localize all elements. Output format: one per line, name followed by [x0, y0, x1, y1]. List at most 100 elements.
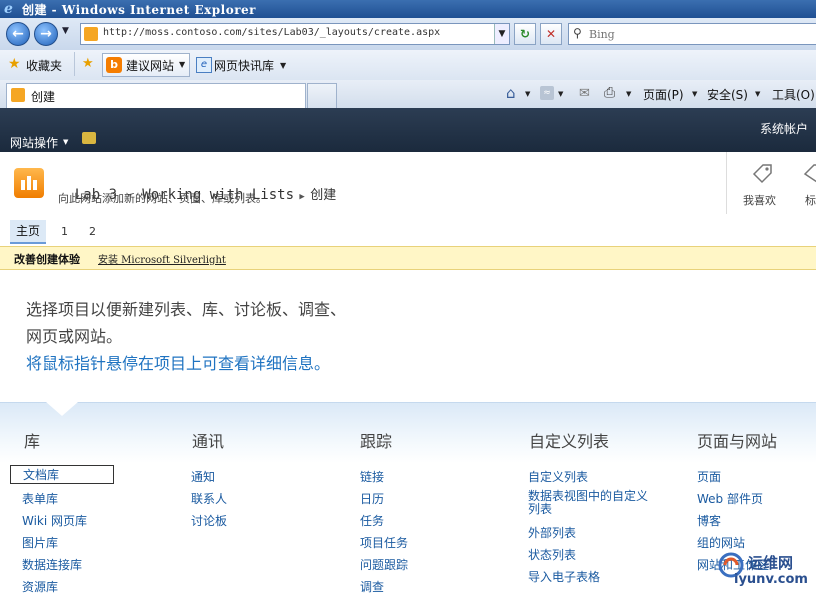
chevron-down-icon[interactable]: ▼ [558, 90, 563, 98]
create-item-issue-tracking[interactable]: 问题跟踪 [360, 556, 408, 573]
breadcrumb-arrow-icon: ▶ [294, 192, 311, 202]
create-item-status-list[interactable]: 状态列表 [528, 546, 576, 563]
tags-notes-icon[interactable] [801, 162, 816, 186]
top-navigation [0, 216, 816, 246]
watermark: 运维网 iyunv.com [696, 548, 816, 595]
create-item-survey[interactable]: 调查 [360, 578, 384, 595]
create-item-external-list[interactable]: 外部列表 [528, 524, 576, 541]
create-item-page[interactable]: 页面 [697, 468, 721, 485]
create-item-wiki-library[interactable]: Wiki 网页库 [22, 512, 87, 529]
tags-label[interactable]: 标 [805, 192, 816, 208]
window-title-bar: e 创建 - Windows Internet Explorer [0, 0, 816, 18]
create-item-custom-list-datasheet[interactable]: 数据表视图中的自定义列表 [528, 490, 658, 516]
address-toolbar: ← → ▼ http://moss.contoso.com/sites/Lab0… [0, 18, 816, 50]
silverlight-notice: 改善创建体验 安装 Microsoft Silverlight [0, 246, 816, 270]
category-heading-pages-and-sites: 页面与网站 [697, 432, 778, 451]
mail-icon[interactable]: ✉ [579, 86, 590, 101]
create-item-discussion-board[interactable]: 讨论板 [191, 512, 227, 529]
add-favorite-icon[interactable]: ★ [82, 56, 94, 71]
suggested-sites-button[interactable]: b 建议网站 ▼ [102, 53, 190, 77]
web-slice-gallery-button[interactable]: 网页快讯库 [214, 57, 274, 74]
create-item-data-connection-library[interactable]: 数据连接库 [22, 556, 82, 573]
panel-notch [46, 402, 78, 416]
create-item-custom-list[interactable]: 自定义列表 [528, 468, 588, 485]
nav-home-tab[interactable]: 主页 [10, 220, 46, 244]
page-description: 向此网站添加新的网站、页面、库或列表。 [58, 192, 267, 205]
favorites-star-icon: ★ [8, 56, 21, 72]
create-item-calendar[interactable]: 日历 [360, 490, 384, 507]
home-icon[interactable]: ⌂ [506, 84, 516, 102]
address-dropdown-icon[interactable]: ▼ [494, 24, 509, 44]
watermark-text-top: 运维网 [748, 554, 794, 572]
web-slice-icon: e [196, 57, 212, 73]
tab-strip: 创建 ⌂ ▼ ≈ ▼ ✉ ⎙ ▼ 页面(P) ▼ 安全(S) ▼ 工具(O) [0, 80, 816, 109]
tab-title: 创建 [31, 90, 56, 104]
create-item-import-spreadsheet[interactable]: 导入电子表格 [528, 568, 600, 585]
chevron-down-icon[interactable]: ▼ [525, 90, 530, 98]
intro-line-2: 网页或网站。 [26, 327, 123, 346]
breadcrumb-current: 创建 [310, 188, 337, 203]
forward-button[interactable]: → [34, 22, 58, 46]
address-url: http://moss.contoso.com/sites/Lab03/_lay… [103, 27, 441, 38]
create-item-announcements[interactable]: 通知 [191, 468, 215, 485]
folder-navigate-icon[interactable] [82, 132, 96, 144]
search-box[interactable]: ⚲ [568, 23, 816, 45]
ribbon-bar: 网站操作 ▼ 系统帐户 [0, 108, 816, 152]
create-item-picture-library[interactable]: 图片库 [22, 534, 58, 551]
chevron-down-icon: ▼ [63, 138, 69, 146]
create-item-project-tasks[interactable]: 项目任务 [360, 534, 408, 551]
site-favicon-icon [84, 27, 98, 41]
history-dropdown-icon[interactable]: ▼ [62, 26, 69, 36]
create-item-contacts[interactable]: 联系人 [191, 490, 227, 507]
address-bar[interactable]: http://moss.contoso.com/sites/Lab03/_lay… [80, 23, 510, 45]
create-item-links[interactable]: 链接 [360, 468, 384, 485]
favorites-button[interactable]: 收藏夹 [26, 57, 62, 74]
refresh-button[interactable]: ↻ [514, 23, 536, 45]
suggested-sites-label: 建议网站 [126, 59, 175, 73]
i-like-it-icon[interactable] [749, 162, 775, 186]
search-input[interactable] [587, 25, 811, 43]
page-menu[interactable]: 页面(P) [643, 86, 684, 103]
divider [74, 52, 75, 76]
search-icon: ⚲ [573, 26, 582, 40]
stop-button[interactable]: ✕ [540, 23, 562, 45]
safety-menu[interactable]: 安全(S) [707, 86, 748, 103]
intro-line-1: 选择项目以便新建列表、库、讨论板、调查、 [26, 300, 347, 319]
suggested-sites-icon: b [106, 57, 122, 73]
nav-tab-2[interactable]: 2 [89, 225, 96, 238]
user-menu[interactable]: 系统帐户 [760, 120, 808, 137]
tab-favicon-icon [11, 88, 25, 102]
feeds-icon[interactable]: ≈ [540, 86, 554, 100]
tools-menu[interactable]: 工具(O) [772, 86, 815, 103]
site-actions-menu[interactable]: 网站操作 [10, 134, 58, 151]
create-item-form-library[interactable]: 表单库 [22, 490, 58, 507]
browser-tab-active[interactable]: 创建 [6, 83, 306, 108]
category-heading-communications: 通讯 [192, 432, 225, 451]
chevron-down-icon: ▼ [692, 90, 698, 98]
create-item-asset-library[interactable]: 资源库 [22, 578, 58, 595]
print-icon[interactable]: ⎙ [604, 85, 615, 101]
nav-tab-1[interactable]: 1 [61, 225, 68, 238]
create-item-blog[interactable]: 博客 [697, 512, 721, 529]
create-item-document-library[interactable]: 文档库 [10, 465, 115, 484]
intro-hint: 将鼠标指针悬停在项目上可查看详细信息。 [26, 354, 331, 373]
back-button[interactable]: ← [6, 22, 30, 46]
notice-title: 改善创建体验 [14, 253, 80, 266]
social-panel: 我喜欢 标 [726, 152, 816, 214]
install-silverlight-link[interactable]: 安装 Microsoft Silverlight [98, 251, 226, 266]
window-title: 创建 - Windows Internet Explorer [22, 3, 256, 17]
chevron-down-icon: ▼ [755, 90, 761, 98]
i-like-it-label[interactable]: 我喜欢 [743, 192, 776, 208]
chevron-down-icon[interactable]: ▼ [626, 90, 631, 98]
chevron-down-icon: ▼ [280, 61, 287, 70]
create-item-tasks[interactable]: 任务 [360, 512, 384, 529]
new-tab-button[interactable] [307, 83, 337, 108]
site-logo-icon [14, 168, 44, 198]
category-heading-custom-lists: 自定义列表 [529, 432, 610, 451]
category-heading-libraries: 库 [24, 432, 41, 451]
create-item-web-part-page[interactable]: Web 部件页 [697, 490, 763, 507]
watermark-text-bottom: iyunv.com [734, 572, 808, 587]
ie-logo-icon: e [4, 1, 13, 17]
chevron-down-icon: ▼ [179, 60, 186, 69]
favorites-bar: ★ 收藏夹 ★ b 建议网站 ▼ e 网页快讯库 ▼ [0, 50, 816, 81]
